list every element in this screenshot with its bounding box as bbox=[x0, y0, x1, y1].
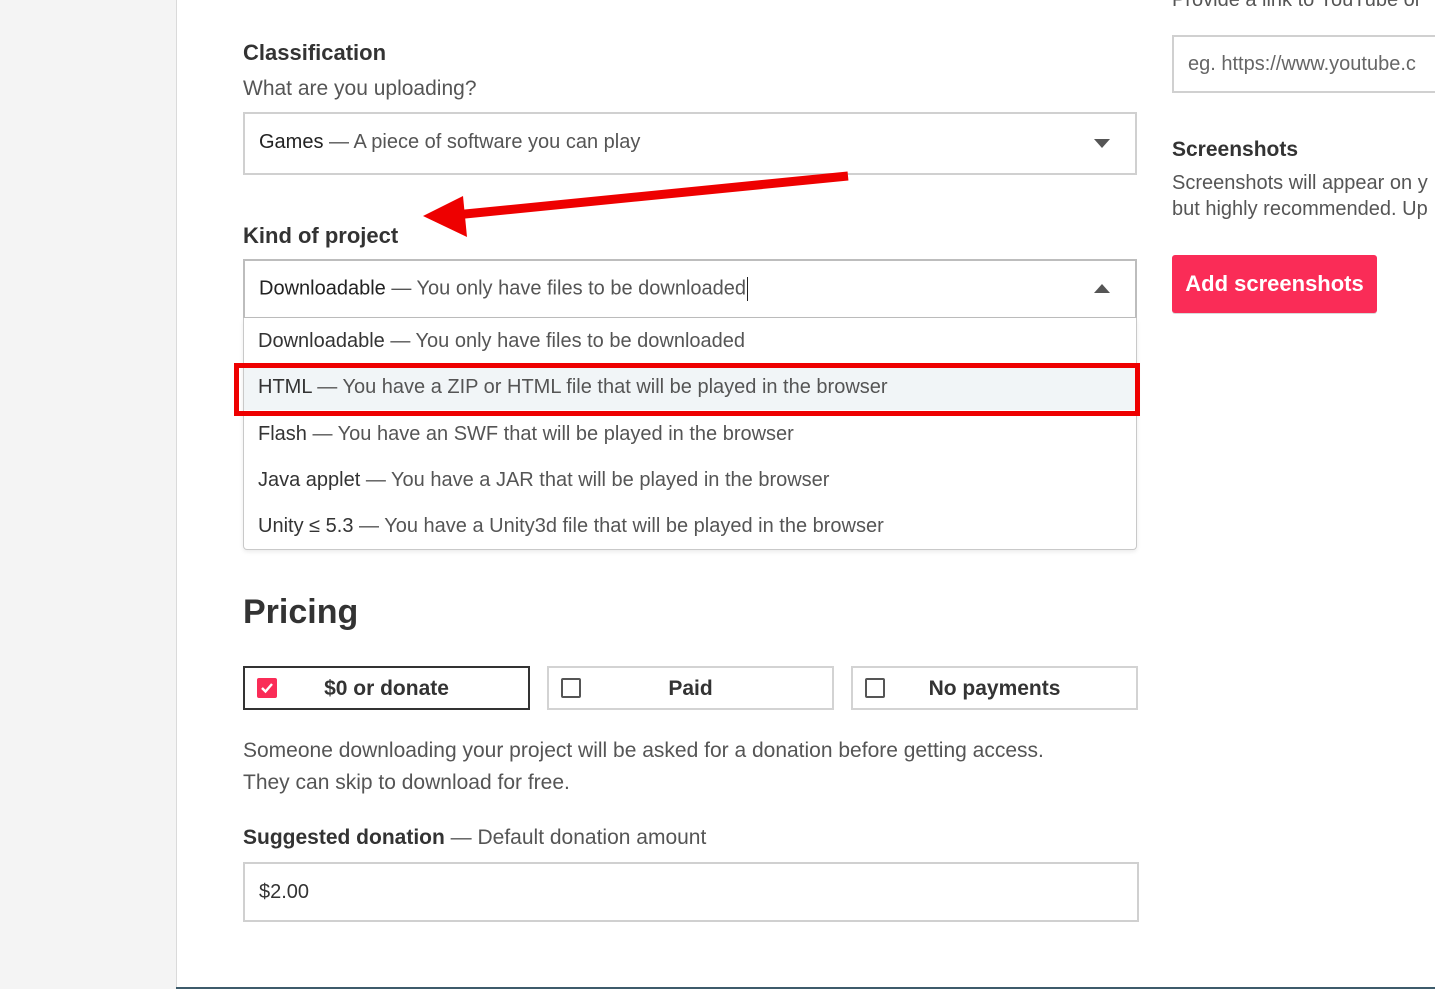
pricing-title: Pricing bbox=[243, 593, 359, 631]
price-option-no-payments-label: No payments bbox=[928, 677, 1061, 700]
price-option-no-payments[interactable]: No payments bbox=[851, 666, 1138, 710]
price-option-donate[interactable]: $0 or donate bbox=[243, 666, 530, 710]
kind-selected-desc: — You only have files to be downloaded bbox=[385, 277, 747, 300]
kind-options-dropdown: Downloadable — You only have files to be… bbox=[243, 318, 1137, 550]
option-unity[interactable]: Unity ≤ 5.3 — You have a Unity3d file th… bbox=[244, 503, 1136, 549]
screenshots-help-2: but highly recommended. Up bbox=[1172, 198, 1428, 220]
kind-selected-key: Downloadable bbox=[259, 277, 386, 300]
pricing-help-line-2: They can skip to download for free. bbox=[243, 771, 570, 794]
add-screenshots-button[interactable]: Add screenshots bbox=[1172, 255, 1377, 313]
kind-of-project-select[interactable]: Downloadable — You only have files to be… bbox=[243, 259, 1137, 319]
kind-of-project-label: Kind of project bbox=[243, 223, 399, 248]
right-sidebar: Provide a link to YouTube or eg. https:/… bbox=[1172, 0, 1435, 989]
annotation-highlight-box bbox=[234, 363, 1140, 416]
option-java-applet[interactable]: Java applet — You have a JAR that will b… bbox=[244, 457, 1136, 503]
left-gutter bbox=[0, 0, 177, 989]
video-url-input[interactable]: eg. https://www.youtube.c bbox=[1172, 35, 1435, 93]
video-link-prompt: Provide a link to YouTube or bbox=[1172, 0, 1422, 11]
pricing-help-line-1: Someone downloading your project will be… bbox=[243, 739, 1044, 762]
classification-selected-desc: — A piece of software you can play bbox=[323, 131, 641, 153]
price-option-paid-label: Paid bbox=[668, 677, 713, 700]
price-option-donate-label: $0 or donate bbox=[324, 677, 449, 700]
text-cursor bbox=[747, 277, 749, 301]
chevron-down-icon bbox=[1094, 139, 1110, 148]
suggested-donation-input[interactable]: $2.00 bbox=[243, 862, 1139, 922]
screenshots-help-1: Screenshots will appear on y bbox=[1172, 172, 1428, 194]
classification-selected-key: Games bbox=[259, 131, 324, 153]
classification-label: Classification bbox=[243, 40, 387, 65]
price-option-paid[interactable]: Paid bbox=[547, 666, 834, 710]
classification-question: What are you uploading? bbox=[243, 77, 477, 100]
option-flash[interactable]: Flash — You have an SWF that will be pla… bbox=[244, 411, 1136, 457]
suggested-donation-label: Suggested donation — Default donation am… bbox=[243, 826, 707, 849]
option-downloadable[interactable]: Downloadable — You only have files to be… bbox=[244, 318, 1136, 364]
screenshots-label: Screenshots bbox=[1172, 138, 1299, 161]
classification-select[interactable]: Games — A piece of software you can play bbox=[243, 112, 1137, 175]
chevron-up-icon bbox=[1094, 284, 1110, 293]
